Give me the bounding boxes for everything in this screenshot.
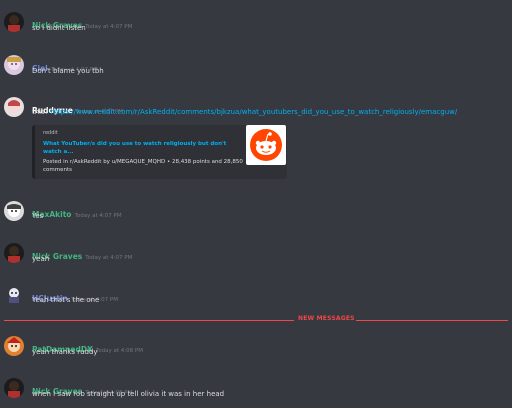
timestamp: Today at 4:08 PM [95, 348, 143, 354]
reddit-snoo-icon [250, 129, 282, 161]
avatar[interactable] [4, 243, 24, 263]
new-messages-divider: NEW MESSAGES [298, 315, 355, 322]
avatar[interactable] [4, 97, 24, 117]
avatar[interactable] [4, 55, 24, 75]
timestamp: Today at 4:07 PM [85, 255, 133, 261]
timestamp: Today at 4:07 PM [74, 213, 122, 219]
message-text-prefix: this? [32, 108, 49, 116]
avatar[interactable] [4, 378, 24, 398]
message-text: this? https://www.reddit.com/r/AskReddit… [32, 108, 457, 116]
avatar[interactable] [4, 201, 24, 221]
avatar[interactable] [4, 12, 24, 32]
avatar[interactable] [4, 285, 24, 305]
new-messages-divider-left [4, 320, 294, 321]
embed-provider[interactable]: reddit [43, 130, 58, 136]
embed-title[interactable]: What YouTuber/s did you use to watch rel… [43, 140, 243, 156]
reddit-link[interactable]: https://www.reddit.com/r/AskReddit/comme… [51, 108, 458, 116]
chat-log: Nick Graves Today at 4:07 PM so I didnt l… [0, 0, 512, 408]
timestamp: Today at 4:07 PM [85, 24, 133, 30]
message-text: Don't blame you tbh [32, 67, 104, 75]
embed-description: Posted in r/AskReddit by u/MEGAQUE_MQHD … [43, 159, 243, 173]
message-text: Yes [32, 212, 44, 220]
link-embed: reddit What YouTuber/s did you use to wa… [32, 125, 287, 179]
message-text: Yeah that's the one [32, 296, 100, 304]
avatar[interactable] [4, 336, 24, 356]
message-text: when I saw rob straight up tell olivia i… [32, 390, 225, 398]
new-messages-divider-right [356, 320, 508, 321]
message-text: so I didnt listen [32, 24, 86, 32]
embed-thumbnail[interactable] [246, 125, 286, 165]
message-text: yeah thanks ruddy [32, 348, 98, 356]
message-text: yeah [32, 255, 50, 263]
